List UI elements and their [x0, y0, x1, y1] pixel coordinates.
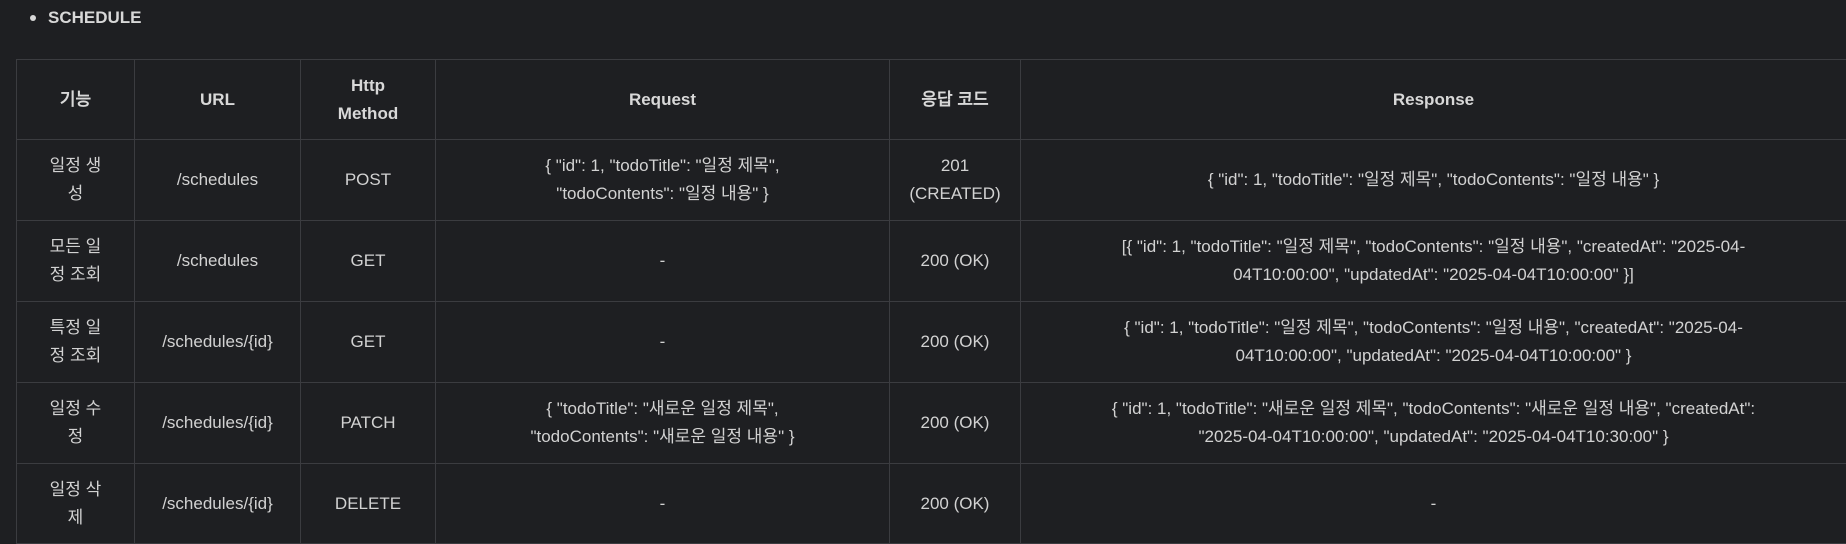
section-heading: SCHEDULE	[30, 8, 142, 28]
table-row: 일정 수정 /schedules/{id} PATCH { "todoTitle…	[17, 383, 1846, 464]
cell-response: [{ "id": 1, "todoTitle": "일정 제목", "todoC…	[1021, 221, 1846, 302]
cell-method: PATCH	[301, 383, 436, 464]
cell-response: { "id": 1, "todoTitle": "일정 제목", "todoCo…	[1021, 302, 1846, 383]
cell-feature: 일정 생성	[17, 140, 135, 221]
table-row: 일정 삭제 /schedules/{id} DELETE - 200 (OK) …	[17, 464, 1846, 544]
header-http-method: HttpMethod	[301, 60, 436, 140]
cell-url: /schedules/{id}	[135, 302, 301, 383]
api-spec-table: 기능 URL HttpMethod Request 응답 코드 Response…	[16, 59, 1846, 544]
table-row: 모든 일정 조회 /schedules GET - 200 (OK) [{ "i…	[17, 221, 1846, 302]
bullet-icon	[30, 15, 36, 21]
cell-response: { "id": 1, "todoTitle": "일정 제목", "todoCo…	[1021, 140, 1846, 221]
header-request: Request	[436, 60, 890, 140]
header-url: URL	[135, 60, 301, 140]
header-feature: 기능	[17, 60, 135, 140]
cell-request: { "todoTitle": "새로운 일정 제목","todoContents…	[436, 383, 890, 464]
cell-status: 200 (OK)	[890, 221, 1021, 302]
cell-feature: 모든 일정 조회	[17, 221, 135, 302]
cell-response: -	[1021, 464, 1846, 544]
cell-method: GET	[301, 302, 436, 383]
cell-url: /schedules	[135, 221, 301, 302]
cell-status: 200 (OK)	[890, 383, 1021, 464]
cell-url: /schedules/{id}	[135, 383, 301, 464]
cell-status: 200 (OK)	[890, 464, 1021, 544]
cell-feature: 일정 삭제	[17, 464, 135, 544]
section-title: SCHEDULE	[48, 8, 142, 28]
cell-method: GET	[301, 221, 436, 302]
table-row: 일정 생성 /schedules POST { "id": 1, "todoTi…	[17, 140, 1846, 221]
cell-feature: 일정 수정	[17, 383, 135, 464]
cell-url: /schedules	[135, 140, 301, 221]
table-row: 특정 일정 조회 /schedules/{id} GET - 200 (OK) …	[17, 302, 1846, 383]
header-response: Response	[1021, 60, 1846, 140]
table-header-row: 기능 URL HttpMethod Request 응답 코드 Response	[17, 60, 1846, 140]
cell-status: 200 (OK)	[890, 302, 1021, 383]
cell-request: -	[436, 302, 890, 383]
cell-request: -	[436, 464, 890, 544]
header-status-code: 응답 코드	[890, 60, 1021, 140]
cell-request: { "id": 1, "todoTitle": "일정 제목","todoCon…	[436, 140, 890, 221]
cell-feature: 특정 일정 조회	[17, 302, 135, 383]
cell-method: DELETE	[301, 464, 436, 544]
cell-request: -	[436, 221, 890, 302]
cell-method: POST	[301, 140, 436, 221]
cell-url: /schedules/{id}	[135, 464, 301, 544]
cell-status: 201(CREATED)	[890, 140, 1021, 221]
cell-response: { "id": 1, "todoTitle": "새로운 일정 제목", "to…	[1021, 383, 1846, 464]
